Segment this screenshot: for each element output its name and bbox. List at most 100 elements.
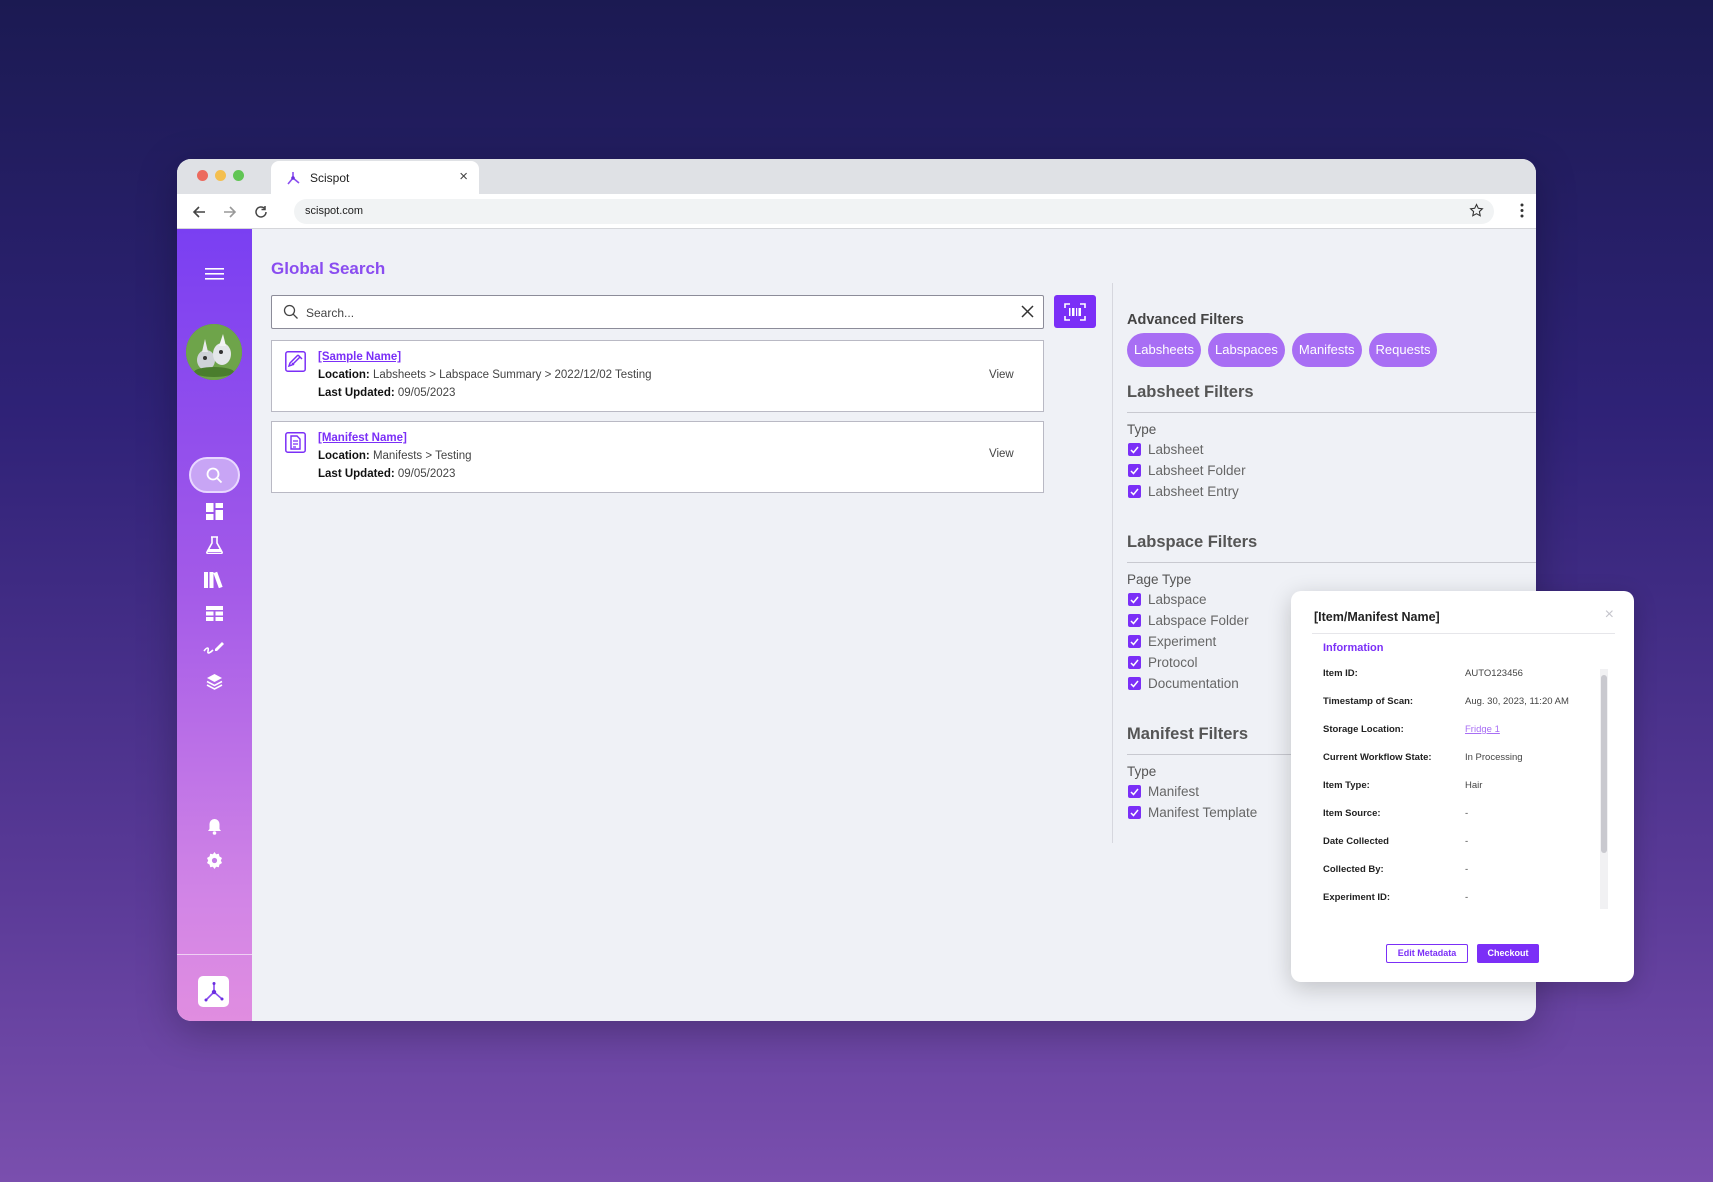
chip-labsheets[interactable]: Labsheets (1127, 333, 1201, 367)
sample-tube-icon (285, 351, 306, 372)
arrow-left-icon (192, 206, 205, 218)
barcode-scan-button[interactable] (1054, 295, 1096, 328)
checkbox-checked-icon[interactable] (1128, 785, 1141, 798)
checkbox-manifest[interactable]: Manifest (1128, 784, 1199, 799)
location-label: Location: (318, 369, 370, 381)
checkbox-label: Experiment (1148, 634, 1217, 649)
checkbox-documentation[interactable]: Documentation (1128, 676, 1239, 691)
result-location: Location: Labsheets > Labspace Summary >… (318, 369, 652, 381)
menu-icon[interactable] (205, 267, 224, 281)
result-updated: Last Updated: 09/05/2023 (318, 468, 455, 480)
advanced-filters-title: Advanced Filters (1127, 312, 1244, 328)
page-title: Global Search (271, 259, 386, 278)
checkbox-checked-icon[interactable] (1128, 614, 1141, 627)
signature-icon (203, 642, 224, 654)
result-name[interactable]: [Sample Name] (318, 351, 401, 363)
browser-menu-icon[interactable] (1520, 203, 1524, 218)
info-value: - (1465, 808, 1469, 819)
item-detail-modal: [Item/Manifest Name] × Information Item … (1291, 591, 1634, 982)
sidebar-item-signatures[interactable] (202, 635, 226, 659)
view-button[interactable]: View (989, 448, 1014, 460)
information-section-title: Information (1323, 642, 1384, 654)
close-window-button[interactable] (197, 170, 208, 181)
search-result-manifest[interactable]: [Manifest Name] Location: Manifests > Te… (271, 421, 1044, 493)
result-name[interactable]: [Manifest Name] (318, 432, 407, 444)
document-icon (285, 432, 306, 453)
checkbox-label: Documentation (1148, 676, 1239, 691)
storage-location-link[interactable]: Fridge 1 (1465, 724, 1500, 735)
reload-icon (255, 206, 267, 218)
checkbox-labspace[interactable]: Labspace (1128, 592, 1207, 607)
view-button[interactable]: View (989, 369, 1014, 381)
url-bar[interactable]: scispot.com (294, 199, 1494, 224)
sidebar-item-labsheets[interactable] (202, 601, 226, 625)
checkbox-experiment[interactable]: Experiment (1128, 634, 1216, 649)
checkbox-manifest-template[interactable]: Manifest Template (1128, 805, 1257, 820)
reload-button[interactable] (251, 202, 271, 222)
table-icon (205, 605, 223, 621)
sidebar-item-notifications[interactable] (202, 814, 226, 838)
checkbox-label: Labspace (1148, 592, 1207, 607)
checkbox-labsheet-entry[interactable]: Labsheet Entry (1128, 484, 1239, 499)
search-input[interactable] (306, 302, 1006, 324)
maximize-window-button[interactable] (233, 170, 244, 181)
info-value: Hair (1465, 780, 1483, 791)
updated-label: Last Updated: (318, 387, 395, 399)
modal-scrollbar-thumb[interactable] (1601, 675, 1607, 853)
checkbox-labsheet[interactable]: Labsheet (1128, 442, 1204, 457)
sidebar-search-button[interactable] (189, 457, 240, 493)
info-value: - (1465, 892, 1469, 903)
checkbox-checked-icon[interactable] (1128, 677, 1141, 690)
info-value: In Processing (1465, 752, 1523, 763)
checkout-button[interactable]: Checkout (1477, 944, 1539, 963)
result-updated: Last Updated: 09/05/2023 (318, 387, 455, 399)
search-icon (283, 304, 298, 319)
chip-manifests[interactable]: Manifests (1291, 333, 1362, 367)
info-value: - (1465, 836, 1469, 847)
info-label: Item Source: (1323, 808, 1381, 819)
tab-close-icon[interactable]: × (459, 168, 468, 185)
info-value: - (1465, 864, 1469, 875)
minimize-window-button[interactable] (215, 170, 226, 181)
global-search-box[interactable] (271, 295, 1044, 329)
close-icon[interactable]: × (1605, 606, 1614, 624)
bell-icon (207, 818, 221, 835)
location-label: Location: (318, 450, 370, 462)
info-label: Item Type: (1323, 780, 1370, 791)
sidebar-item-dashboard[interactable] (202, 499, 226, 523)
flask-icon (205, 536, 223, 554)
clear-search-icon[interactable] (1021, 305, 1034, 318)
section-divider (1127, 412, 1536, 413)
checkbox-checked-icon[interactable] (1128, 464, 1141, 477)
edit-metadata-button[interactable]: Edit Metadata (1386, 944, 1468, 963)
checkbox-labsheet-folder[interactable]: Labsheet Folder (1128, 463, 1246, 478)
back-button[interactable] (189, 202, 209, 222)
chip-labspaces[interactable]: Labspaces (1208, 333, 1285, 367)
user-avatar[interactable] (186, 324, 242, 380)
updated-value: 09/05/2023 (397, 468, 456, 480)
scispot-logo[interactable] (198, 976, 229, 1007)
checkbox-checked-icon[interactable] (1128, 806, 1141, 819)
checkbox-checked-icon[interactable] (1128, 485, 1141, 498)
sidebar-item-library[interactable] (202, 567, 226, 591)
checkbox-checked-icon[interactable] (1128, 443, 1141, 456)
sidebar-item-workflows[interactable] (202, 669, 226, 693)
checkbox-checked-icon[interactable] (1128, 656, 1141, 669)
checkbox-label: Labsheet (1148, 442, 1204, 457)
info-value: Aug. 30, 2023, 11:20 AM (1465, 696, 1569, 707)
sidebar-item-labspaces[interactable] (202, 533, 226, 557)
search-result-sample[interactable]: [Sample Name] Location: Labsheets > Labs… (271, 340, 1044, 412)
checkbox-checked-icon[interactable] (1128, 635, 1141, 648)
url-text: scispot.com (305, 205, 364, 217)
checkbox-label: Protocol (1148, 655, 1198, 670)
bookmark-star-icon[interactable] (1469, 203, 1484, 218)
labsheet-filters-title: Labsheet Filters (1127, 383, 1254, 401)
forward-button[interactable] (220, 202, 240, 222)
checkbox-protocol[interactable]: Protocol (1128, 655, 1198, 670)
checkbox-labspace-folder[interactable]: Labspace Folder (1128, 613, 1249, 628)
chip-requests[interactable]: Requests (1368, 333, 1438, 367)
browser-tab[interactable]: Scispot × (271, 161, 479, 194)
checkbox-checked-icon[interactable] (1128, 593, 1141, 606)
info-label: Current Workflow State: (1323, 752, 1432, 763)
sidebar-item-settings[interactable] (202, 848, 226, 872)
